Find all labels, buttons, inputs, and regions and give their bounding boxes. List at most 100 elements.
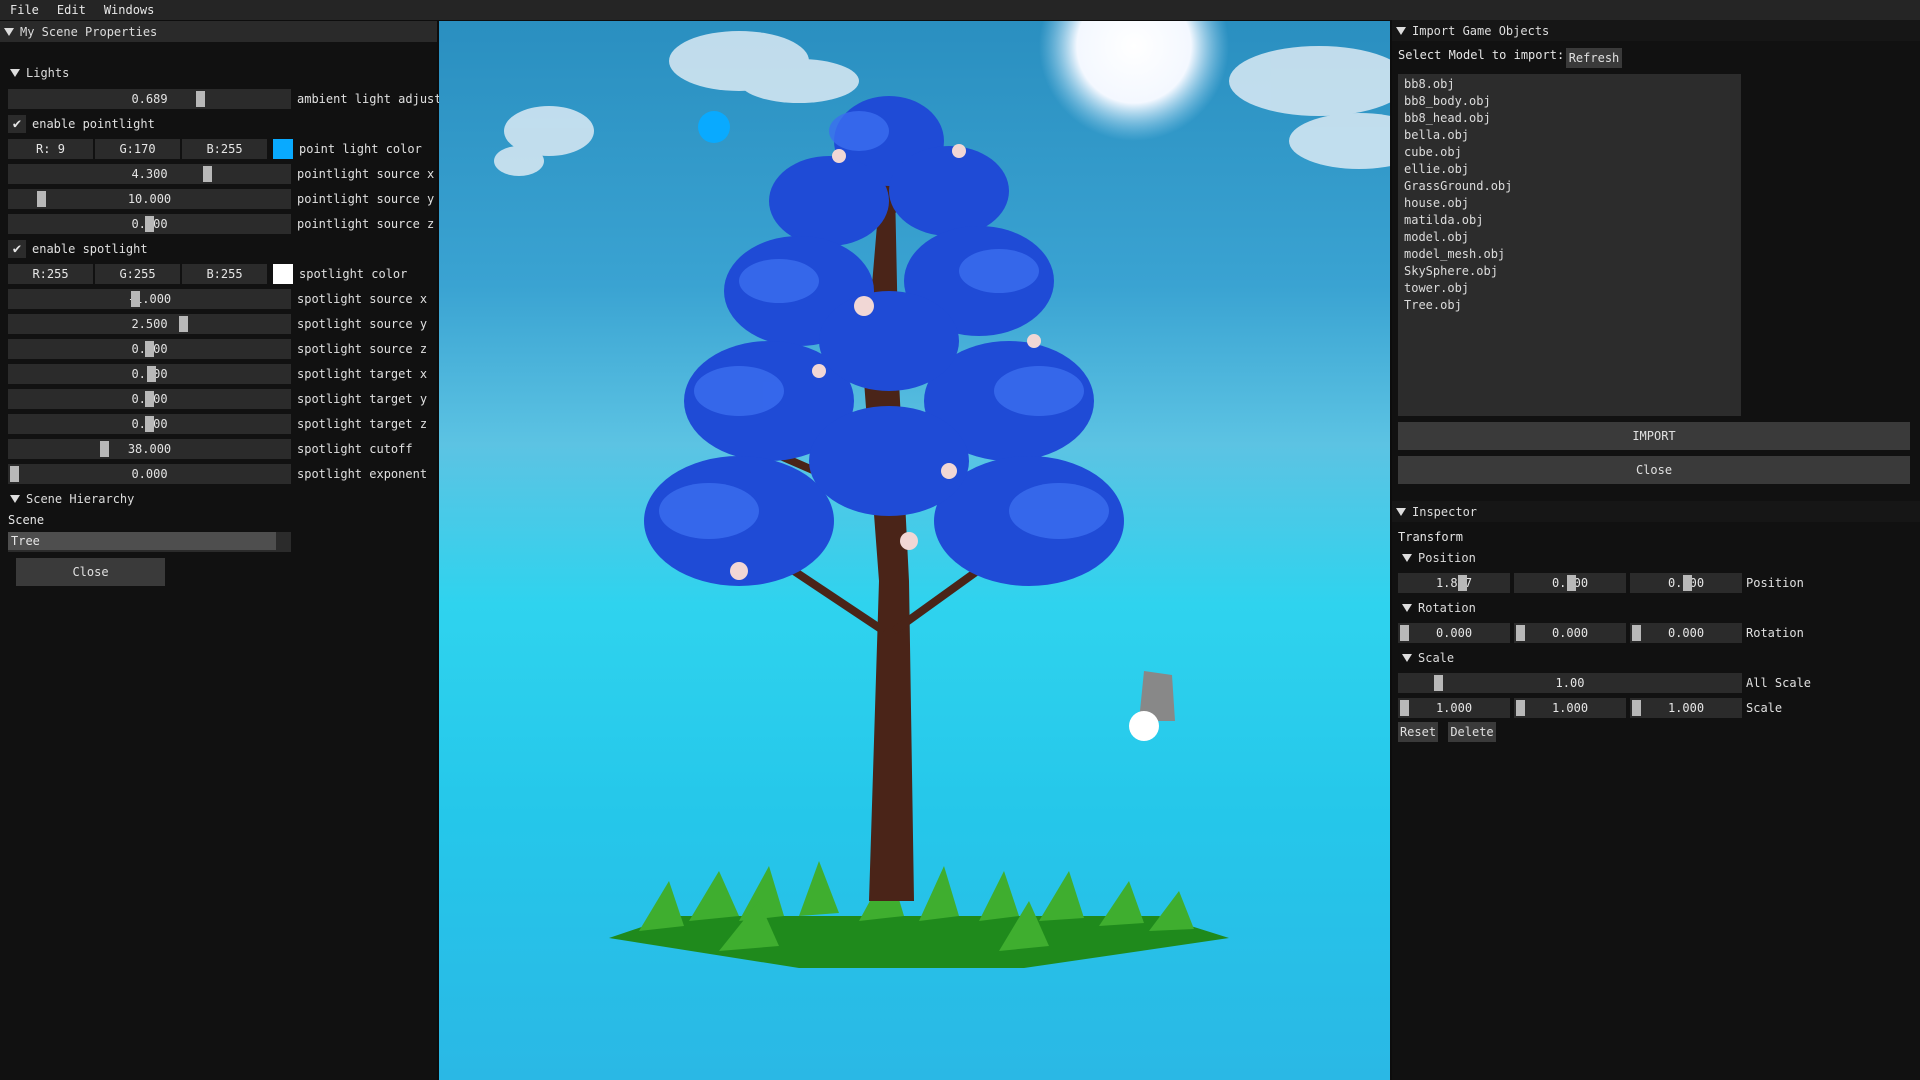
spot-color-swatch[interactable] (273, 264, 293, 284)
collapse-triangle-icon (1402, 604, 1412, 612)
slider-grab[interactable] (1632, 625, 1641, 641)
list-item[interactable]: bb8.obj (1398, 76, 1741, 93)
spot-src-x-slider[interactable]: -1.000 (8, 289, 291, 309)
slider-grab[interactable] (145, 216, 154, 232)
list-item[interactable]: cube.obj (1398, 144, 1741, 161)
list-item[interactable]: Tree.obj (1398, 297, 1741, 314)
checkmark-icon: ✔ (12, 116, 22, 132)
hierarchy-close-button[interactable]: Close (16, 558, 165, 586)
position-x-field[interactable]: 1.807 (1398, 573, 1510, 593)
slider-grab[interactable] (147, 366, 156, 382)
spot-cutoff-slider[interactable]: 38.000 (8, 439, 291, 459)
rotation-z-field[interactable]: 0.000 (1630, 623, 1742, 643)
pointlight-z-slider[interactable]: 0.000 (8, 214, 291, 234)
spot-src-x-label: spotlight source x (297, 292, 428, 306)
position-z-field[interactable]: 0.000 (1630, 573, 1742, 593)
pointlight-y-slider[interactable]: 10.000 (8, 189, 291, 209)
slider-grab[interactable] (145, 391, 154, 407)
scale-z-field[interactable]: 1.000 (1630, 698, 1742, 718)
pointlight-y-row: 10.000 pointlight source y (8, 189, 434, 209)
position-header[interactable]: Position (1402, 551, 1476, 565)
collapse-triangle-icon[interactable] (1396, 507, 1406, 516)
slider-grab[interactable] (1400, 700, 1409, 716)
point-color-b[interactable]: B:255 (182, 139, 267, 159)
spot-color-r[interactable]: R:255 (8, 264, 93, 284)
spot-src-y-label: spotlight source y (297, 317, 428, 331)
slider-grab[interactable] (1516, 625, 1525, 641)
spot-tgt-y-slider[interactable]: 0.000 (8, 389, 291, 409)
slider-grab[interactable] (1683, 575, 1692, 591)
menu-edit[interactable]: Edit (47, 3, 94, 17)
reset-button[interactable]: Reset (1398, 722, 1438, 742)
rotation-y-field[interactable]: 0.000 (1514, 623, 1626, 643)
list-item[interactable]: GrassGround.obj (1398, 178, 1741, 195)
scale-header[interactable]: Scale (1402, 651, 1454, 665)
spot-src-y-slider[interactable]: 2.500 (8, 314, 291, 334)
scene-properties-title-bar[interactable]: My Scene Properties (0, 21, 437, 42)
list-item[interactable]: bella.obj (1398, 127, 1741, 144)
rotation-label: Rotation (1746, 626, 1804, 640)
slider-grab[interactable] (1434, 675, 1443, 691)
slider-grab[interactable] (1400, 625, 1409, 641)
import-close-button[interactable]: Close (1398, 456, 1910, 484)
import-panel-title-bar[interactable]: Import Game Objects (1392, 20, 1920, 41)
slider-grab[interactable] (37, 191, 46, 207)
list-item[interactable]: tower.obj (1398, 280, 1741, 297)
spot-tgt-z-slider[interactable]: 0.000 (8, 414, 291, 434)
list-item[interactable]: model_mesh.obj (1398, 246, 1741, 263)
lights-header[interactable]: Lights (10, 66, 69, 80)
slider-grab[interactable] (1516, 700, 1525, 716)
scene-object-tree[interactable]: Tree (8, 532, 276, 550)
scale-x-field[interactable]: 1.000 (1398, 698, 1510, 718)
scale-y-field[interactable]: 1.000 (1514, 698, 1626, 718)
spot-tgt-x-slider[interactable]: 0.100 (8, 364, 291, 384)
spot-color-b[interactable]: B:255 (182, 264, 267, 284)
rotation-header[interactable]: Rotation (1402, 601, 1476, 615)
position-y-field[interactable]: 0.000 (1514, 573, 1626, 593)
slider-grab[interactable] (1458, 575, 1467, 591)
slider-grab[interactable] (145, 416, 154, 432)
point-color-swatch[interactable] (273, 139, 293, 159)
slider-grab[interactable] (1567, 575, 1576, 591)
ambient-slider[interactable]: 0.689 (8, 89, 291, 109)
scene-viewport[interactable] (439, 21, 1390, 1080)
slider-grab[interactable] (1632, 700, 1641, 716)
menu-file[interactable]: File (0, 3, 47, 17)
scene-hierarchy-header[interactable]: Scene Hierarchy (10, 492, 134, 506)
list-item[interactable]: SkySphere.obj (1398, 263, 1741, 280)
list-item[interactable]: ellie.obj (1398, 161, 1741, 178)
refresh-button[interactable]: Refresh (1566, 48, 1622, 68)
import-button[interactable]: IMPORT (1398, 422, 1910, 450)
spot-src-z-slider[interactable]: 0.000 (8, 339, 291, 359)
slider-grab[interactable] (10, 466, 19, 482)
enable-pointlight-checkbox[interactable]: ✔ (8, 115, 26, 133)
point-color-g[interactable]: G:170 (95, 139, 180, 159)
pointlight-x-slider[interactable]: 4.300 (8, 164, 291, 184)
slider-grab[interactable] (131, 291, 140, 307)
slider-grab[interactable] (100, 441, 109, 457)
slider-grab[interactable] (196, 91, 205, 107)
spotlight-color-row: R:255 G:255 B:255 spotlight color (8, 264, 407, 284)
spot-color-g[interactable]: G:255 (95, 264, 180, 284)
spot-src-x-value: -1.000 (127, 292, 172, 306)
point-color-r[interactable]: R: 9 (8, 139, 93, 159)
collapse-triangle-icon[interactable] (4, 27, 14, 36)
collapse-triangle-icon[interactable] (1396, 26, 1406, 35)
pointlight-y-value: 10.000 (127, 192, 172, 206)
list-item[interactable]: bb8_body.obj (1398, 93, 1741, 110)
rotation-x-field[interactable]: 0.000 (1398, 623, 1510, 643)
inspector-title-bar[interactable]: Inspector (1392, 501, 1920, 522)
list-item[interactable]: matilda.obj (1398, 212, 1741, 229)
list-item[interactable]: model.obj (1398, 229, 1741, 246)
spot-exponent-slider[interactable]: 0.000 (8, 464, 291, 484)
list-item[interactable]: house.obj (1398, 195, 1741, 212)
slider-grab[interactable] (179, 316, 188, 332)
model-list[interactable]: bb8.obj bb8_body.obj bb8_head.obj bella.… (1398, 74, 1741, 416)
slider-grab[interactable] (145, 341, 154, 357)
all-scale-field[interactable]: 1.00 (1398, 673, 1742, 693)
delete-button[interactable]: Delete (1448, 722, 1496, 742)
slider-grab[interactable] (203, 166, 212, 182)
menu-windows[interactable]: Windows (94, 3, 163, 17)
list-item[interactable]: bb8_head.obj (1398, 110, 1741, 127)
enable-spotlight-checkbox[interactable]: ✔ (8, 240, 26, 258)
